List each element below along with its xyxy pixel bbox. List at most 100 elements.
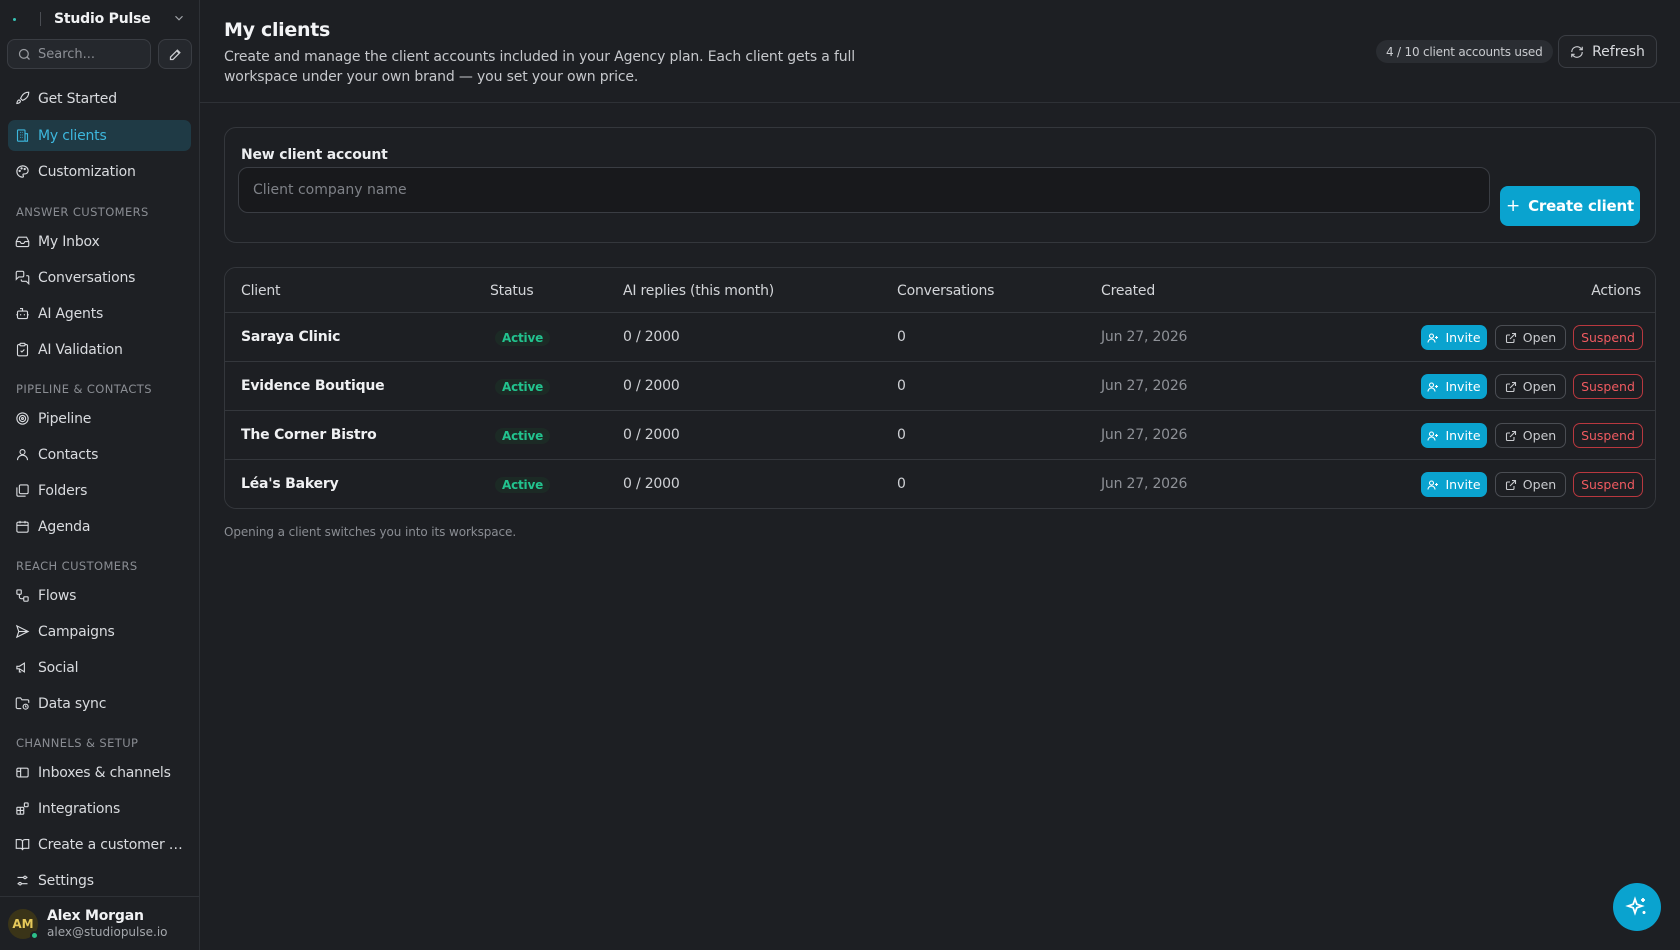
status-badge: Active (495, 330, 551, 346)
refresh-label: Refresh (1592, 43, 1645, 60)
sidebar-item-customization[interactable]: Customization (8, 156, 191, 187)
client-company-name-input[interactable] (238, 167, 1490, 213)
clipboard-check-icon (16, 342, 29, 357)
sidebar-item-customer-portal[interactable]: Create a customer portal (8, 829, 191, 860)
create-client-button[interactable]: + Create client (1500, 186, 1640, 226)
sidebar-item-settings[interactable]: Settings (8, 865, 191, 896)
calendar-icon (16, 520, 29, 533)
search-input[interactable] (38, 46, 138, 62)
open-button[interactable]: Open (1495, 423, 1566, 448)
conversations-value: 0 (897, 329, 906, 345)
workspace-switcher[interactable]: Studio Pulse (8, 6, 192, 32)
refresh-button[interactable]: Refresh (1558, 35, 1657, 68)
open-label: Open (1522, 330, 1557, 345)
sidebar-item-folders[interactable]: Folders (8, 475, 191, 506)
sidebar-item-label: Create a customer portal (38, 836, 188, 853)
chat-icon (15, 270, 30, 285)
sidebar-item-data-sync[interactable]: Data sync (8, 688, 191, 719)
column-header-conversations: Conversations (897, 283, 995, 299)
user-icon (16, 448, 29, 461)
compose-button[interactable] (158, 39, 192, 69)
sidebar-item-my-clients[interactable]: My clients (8, 120, 191, 151)
workspace-name: Studio Pulse (54, 11, 151, 27)
search-icon (18, 48, 30, 60)
divider (40, 12, 41, 26)
invite-button[interactable]: Invite (1421, 325, 1487, 350)
sidebar-item-contacts[interactable]: Contacts (8, 439, 191, 470)
open-label: Open (1522, 379, 1557, 394)
channels-icon (16, 767, 29, 778)
invite-label: Invite (1445, 379, 1481, 394)
avatar-initials: AM (12, 916, 34, 931)
building-icon (16, 129, 29, 142)
footnote: Opening a client switches you into its w… (224, 525, 517, 539)
client-name: Léa's Bakery (241, 476, 339, 492)
sidebar-item-label: AI Validation (38, 341, 123, 358)
sidebar-item-flows[interactable]: Flows (8, 580, 191, 611)
ai-replies-value: 0 / 2000 (623, 476, 680, 492)
table-row: Evidence Boutique Active 0 / 2000 0 Jun … (225, 362, 1655, 411)
sidebar-item-conversations[interactable]: Conversations (8, 262, 191, 293)
sidebar-item-ai-validation[interactable]: AI Validation (8, 334, 191, 365)
create-client-label: Create client (1528, 197, 1634, 215)
chevron-down-icon (175, 15, 183, 21)
open-label: Open (1522, 428, 1557, 443)
invite-button[interactable]: Invite (1421, 472, 1487, 497)
ai-assistant-button[interactable] (1613, 883, 1661, 931)
external-link-icon (1505, 332, 1516, 343)
sidebar-item-integrations[interactable]: Integrations (8, 793, 191, 824)
target-icon (16, 412, 29, 425)
client-name: Saraya Clinic (241, 329, 341, 345)
sidebar-item-label: Data sync (38, 695, 107, 712)
user-plus-icon (1427, 381, 1439, 392)
sidebar-item-label: Conversations (38, 269, 136, 286)
sidebar-item-get-started[interactable]: Get Started (8, 83, 191, 114)
sidebar-item-campaigns[interactable]: Campaigns (8, 616, 191, 647)
main-content: My clients Create and manage the client … (200, 0, 1680, 950)
sidebar: Studio Pulse Get Started My clients Cust… (0, 0, 200, 950)
suspend-button[interactable]: Suspend (1573, 325, 1643, 350)
invite-label: Invite (1445, 477, 1481, 492)
sidebar-item-label: Settings (38, 872, 94, 889)
folders-icon (16, 484, 29, 497)
open-button[interactable]: Open (1495, 325, 1566, 350)
section-label-channels-setup: CHANNELS & SETUP (16, 736, 139, 750)
avatar: AM (8, 908, 39, 940)
conversations-value: 0 (897, 378, 906, 394)
invite-button[interactable]: Invite (1421, 423, 1487, 448)
sidebar-item-label: My clients (38, 127, 107, 144)
page-title: My clients (224, 19, 330, 41)
sidebar-item-agenda[interactable]: Agenda (8, 511, 191, 542)
suspend-button[interactable]: Suspend (1573, 472, 1643, 497)
user-name: Alex Morgan (47, 908, 144, 924)
table-row: Léa's Bakery Active 0 / 2000 0 Jun 27, 2… (225, 460, 1655, 508)
sidebar-item-inboxes-channels[interactable]: Inboxes & channels (8, 757, 191, 788)
palette-icon (16, 165, 29, 178)
conversations-value: 0 (897, 476, 906, 492)
sidebar-item-ai-agents[interactable]: AI Agents (8, 298, 191, 329)
section-label-reach-customers: REACH CUSTOMERS (16, 559, 138, 573)
clients-table: Client Status AI replies (this month) Co… (224, 267, 1656, 509)
online-status-indicator (30, 930, 39, 940)
sidebar-item-my-inbox[interactable]: My Inbox (8, 226, 191, 257)
table-row: Saraya Clinic Active 0 / 2000 0 Jun 27, … (225, 313, 1655, 362)
user-plus-icon (1427, 332, 1439, 343)
page-description: Create and manage the client accounts in… (224, 49, 855, 85)
table-header: Client Status AI replies (this month) Co… (225, 268, 1655, 313)
sidebar-item-social[interactable]: Social (8, 652, 191, 683)
sidebar-item-label: AI Agents (38, 305, 104, 322)
search-field[interactable] (7, 39, 151, 69)
invite-button[interactable]: Invite (1421, 374, 1487, 399)
suspend-button[interactable]: Suspend (1573, 374, 1643, 399)
blocks-icon (16, 802, 29, 815)
open-button[interactable]: Open (1495, 472, 1566, 497)
created-date: Jun 27, 2026 (1101, 476, 1188, 492)
sidebar-item-pipeline[interactable]: Pipeline (8, 403, 191, 434)
suspend-button[interactable]: Suspend (1573, 423, 1643, 448)
sidebar-item-label: My Inbox (38, 233, 100, 250)
open-button[interactable]: Open (1495, 374, 1566, 399)
status-badge: Active (495, 379, 551, 395)
user-profile[interactable]: AM Alex Morgan alex@studiopulse.io (0, 896, 200, 950)
sidebar-item-label: Folders (38, 482, 88, 499)
sidebar-item-label: Integrations (38, 800, 121, 817)
